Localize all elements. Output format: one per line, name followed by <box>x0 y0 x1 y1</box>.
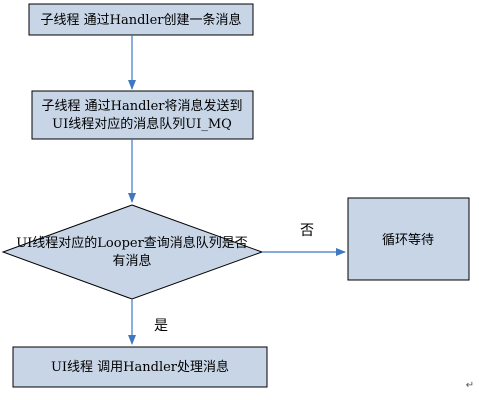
edge-label-no: 否 <box>300 223 314 239</box>
edge-label-yes: 是 <box>154 318 168 334</box>
flowchart-canvas: 子线程 通过Handler创建一条消息 子线程 通过Handler将消息发送到 … <box>0 0 479 400</box>
node-create-message: 子线程 通过Handler创建一条消息 <box>28 3 254 36</box>
node-send-message-label-line1: 子线程 通过Handler将消息发送到 <box>42 98 243 114</box>
node-handle-message-label: UI线程 调用Handler处理消息 <box>51 359 229 375</box>
node-loop-wait: 循环等待 <box>347 197 470 281</box>
paragraph-return-mark: ↵ <box>466 380 474 391</box>
flowchart-diagram: 子线程 通过Handler创建一条消息 子线程 通过Handler将消息发送到 … <box>1 3 474 391</box>
node-decision-check-queue: UI线程对应的Looper查询消息队列是否 有消息 <box>1 204 264 300</box>
node-send-message-label-line2: UI线程对应的消息队列UI_MQ <box>52 116 232 132</box>
node-create-message-label: 子线程 通过Handler创建一条消息 <box>41 12 242 28</box>
decision-label-line2: 有消息 <box>112 253 151 269</box>
node-handle-message: UI线程 调用Handler处理消息 <box>12 346 268 388</box>
decision-label-line1: UI线程对应的Looper查询消息队列是否 <box>16 235 248 251</box>
node-loop-wait-label: 循环等待 <box>382 232 434 248</box>
node-send-message: 子线程 通过Handler将消息发送到 UI线程对应的消息队列UI_MQ <box>31 90 254 140</box>
decision-diamond <box>1 204 264 300</box>
